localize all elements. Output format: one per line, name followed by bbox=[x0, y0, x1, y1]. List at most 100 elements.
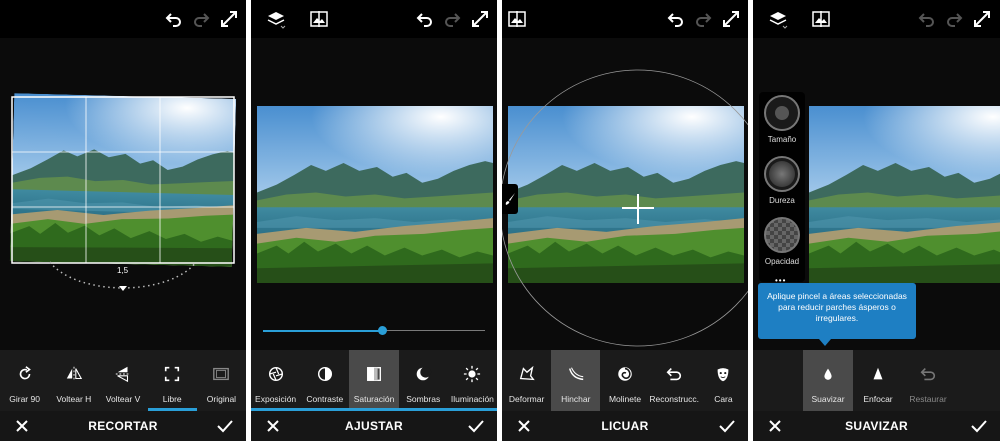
drop-icon bbox=[818, 364, 838, 384]
layers-icon[interactable] bbox=[767, 8, 789, 30]
tool-rotate[interactable]: Girar 90 bbox=[0, 350, 49, 411]
tool-free-crop[interactable]: Libre bbox=[147, 350, 197, 411]
layers-icon[interactable] bbox=[265, 8, 287, 30]
tool-label: Libre bbox=[162, 394, 182, 404]
rotation-angle-label: 1,5 bbox=[117, 266, 129, 275]
tool-label: Restaurar bbox=[909, 394, 947, 404]
smooth-panel: Tamaño Dureza Opacidad ••• Aplique pince… bbox=[753, 0, 1000, 441]
tool-label: Iluminación bbox=[450, 394, 494, 404]
tooltip: Aplique pincel a áreas seleccionadas par… bbox=[758, 283, 916, 339]
tool-shadows[interactable]: Sombras bbox=[399, 350, 448, 411]
highlights-icon bbox=[462, 364, 482, 384]
compare-icon[interactable] bbox=[810, 8, 832, 30]
fullscreen-icon[interactable] bbox=[971, 8, 993, 30]
undo-icon[interactable] bbox=[665, 8, 687, 30]
smooth-photo[interactable] bbox=[809, 106, 1000, 283]
tool-label: Voltear H bbox=[56, 394, 92, 404]
fullscreen-icon[interactable] bbox=[469, 8, 491, 30]
tool-strip: Suavizar Enfocar Restaurar bbox=[753, 350, 1000, 411]
redo-icon[interactable] bbox=[692, 8, 714, 30]
brush-opacity-icon bbox=[764, 217, 800, 253]
tool-spacer bbox=[753, 350, 803, 411]
tool-face[interactable]: Cara bbox=[699, 350, 748, 411]
brush-settings-tab[interactable] bbox=[502, 184, 518, 214]
swirl-icon bbox=[615, 364, 635, 384]
tool-label: Original bbox=[206, 394, 237, 404]
redo-icon[interactable] bbox=[943, 8, 965, 30]
rotate-icon bbox=[15, 364, 35, 384]
saturation-icon bbox=[364, 364, 384, 384]
tool-label: Reconstrucc. bbox=[649, 394, 700, 404]
tooltip-arrow bbox=[819, 339, 831, 346]
undo-icon[interactable] bbox=[916, 8, 938, 30]
exposure-icon bbox=[266, 364, 286, 384]
fullscreen-icon[interactable] bbox=[720, 8, 742, 30]
tool-original-ratio[interactable]: Original bbox=[197, 350, 246, 411]
brush-hardness-icon bbox=[764, 156, 800, 192]
adjust-slider-fill bbox=[263, 330, 383, 332]
close-icon[interactable] bbox=[14, 418, 30, 434]
tool-label: Cara bbox=[714, 394, 733, 404]
adjust-slider-knob[interactable] bbox=[378, 326, 388, 335]
brush-icon bbox=[505, 193, 515, 205]
tool-sharpen[interactable]: Enfocar bbox=[853, 350, 903, 411]
tool-reconstruct[interactable]: Reconstrucc. bbox=[649, 350, 700, 411]
tool-label: Suavizar bbox=[811, 394, 845, 404]
confirm-check-icon[interactable] bbox=[970, 418, 988, 434]
tool-label: Deformar bbox=[508, 394, 545, 404]
close-icon[interactable] bbox=[265, 418, 281, 434]
confirm-check-icon[interactable] bbox=[216, 418, 234, 434]
brush-opacity-control[interactable]: Opacidad bbox=[764, 217, 800, 266]
tool-label: Voltear V bbox=[105, 394, 141, 404]
tool-label: Contraste bbox=[306, 394, 344, 404]
flip-horizontal-icon bbox=[64, 364, 84, 384]
close-icon[interactable] bbox=[767, 418, 783, 434]
brush-size-control[interactable]: Tamaño bbox=[764, 95, 800, 144]
redo-icon[interactable] bbox=[441, 8, 463, 30]
adjust-photo[interactable] bbox=[257, 106, 493, 283]
crop-grid[interactable] bbox=[0, 0, 246, 350]
tool-exposure[interactable]: Exposición bbox=[251, 350, 300, 411]
original-ratio-icon bbox=[211, 364, 231, 384]
tool-smooth[interactable]: Suavizar bbox=[803, 350, 853, 411]
tool-restore[interactable]: Restaurar bbox=[903, 350, 953, 411]
brush-circle[interactable] bbox=[502, 38, 748, 350]
tool-contrast[interactable]: Contraste bbox=[300, 350, 349, 411]
tool-strip: Deformar Hinchar Molinete Reconstrucc. C… bbox=[502, 350, 748, 411]
tool-strip: Girar 90 Voltear H Voltear V Libre Origi… bbox=[0, 350, 246, 411]
reconstruct-icon bbox=[664, 364, 684, 384]
undo-icon[interactable] bbox=[414, 8, 436, 30]
shadows-icon bbox=[413, 364, 433, 384]
tool-bloat[interactable]: Hinchar bbox=[551, 350, 601, 411]
restore-icon bbox=[918, 364, 938, 384]
compare-icon[interactable] bbox=[308, 8, 330, 30]
tool-warp[interactable]: Deformar bbox=[502, 350, 551, 411]
tool-flip-vertical[interactable]: Voltear V bbox=[98, 350, 147, 411]
bottom-bar: AJUSTAR bbox=[251, 411, 497, 441]
mode-title: LICUAR bbox=[601, 419, 649, 433]
tool-label: Girar 90 bbox=[9, 394, 40, 404]
adjust-panel: Exposición Contraste Saturación Sombras … bbox=[251, 0, 497, 441]
compare-icon[interactable] bbox=[506, 8, 528, 30]
close-icon[interactable] bbox=[516, 418, 532, 434]
brush-hardness-control[interactable]: Dureza bbox=[764, 156, 800, 205]
flip-vertical-icon bbox=[113, 364, 133, 384]
top-bar bbox=[251, 0, 497, 38]
brush-size-icon bbox=[764, 95, 800, 131]
contrast-icon bbox=[315, 364, 335, 384]
tool-strip: Exposición Contraste Saturación Sombras … bbox=[251, 350, 497, 411]
brush-control-label: Opacidad bbox=[764, 257, 800, 266]
tool-label: Enfocar bbox=[863, 394, 893, 404]
tool-flip-horizontal[interactable]: Voltear H bbox=[49, 350, 98, 411]
tool-label: Saturación bbox=[353, 394, 395, 404]
confirm-check-icon[interactable] bbox=[718, 418, 736, 434]
confirm-check-icon[interactable] bbox=[467, 418, 485, 434]
tool-label: Molinete bbox=[608, 394, 642, 404]
tool-swirl[interactable]: Molinete bbox=[600, 350, 649, 411]
tool-label: Exposición bbox=[255, 394, 297, 404]
warp-icon bbox=[517, 364, 537, 384]
tool-highlights[interactable]: Iluminación bbox=[448, 350, 497, 411]
tool-saturation[interactable]: Saturación bbox=[349, 350, 399, 411]
mode-title: RECORTAR bbox=[88, 419, 158, 433]
sharpen-icon bbox=[868, 364, 888, 384]
